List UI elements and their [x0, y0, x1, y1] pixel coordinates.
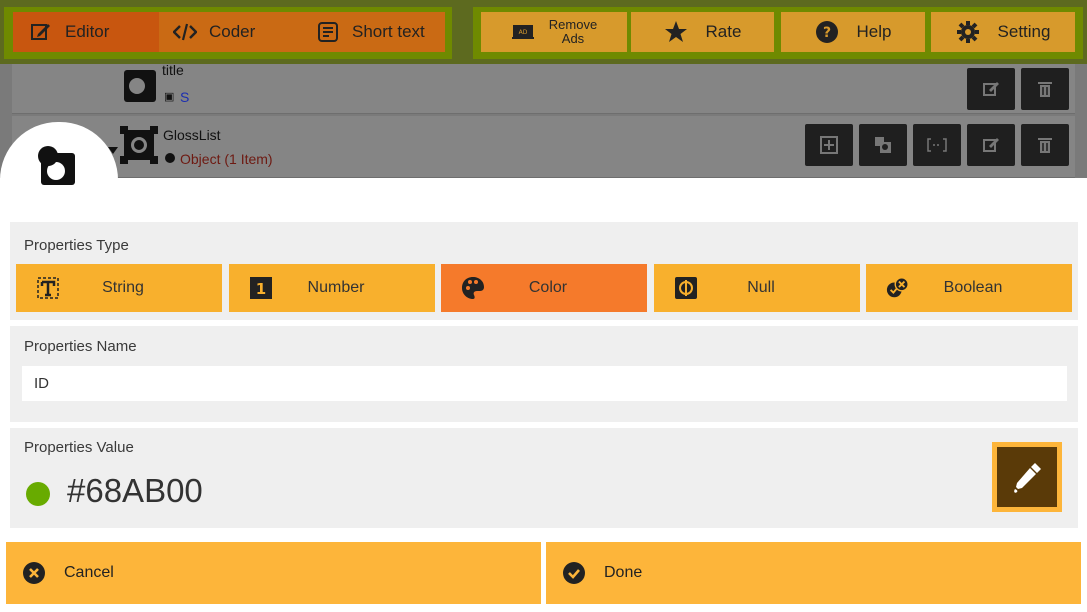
star-icon	[664, 20, 688, 44]
mode-tabs: Editor Coder Short text	[4, 7, 452, 59]
color-value-text[interactable]: #68AB00	[67, 472, 203, 510]
edit-icon	[983, 138, 999, 152]
svg-text:?: ?	[822, 25, 830, 41]
type-number-label: Number	[307, 279, 365, 296]
top-toolbar: Editor Coder Short text AD Remove Ads Ra…	[0, 0, 1087, 64]
type-boolean-button[interactable]: Boolean	[866, 264, 1072, 312]
copy-icon	[875, 137, 891, 153]
tab-editor-label: Editor	[65, 22, 110, 41]
help-label: Help	[856, 22, 892, 41]
node-icon	[124, 66, 156, 107]
edit-icon	[29, 20, 53, 44]
edit-property-dialog: Properties Type String 1 Number Color Nu…	[0, 122, 1087, 612]
properties-name-label: Properties Name	[24, 338, 137, 355]
tree-row[interactable]: GlossList Object (1 Item)	[12, 116, 1075, 178]
remove-ads-button[interactable]: AD Remove Ads	[481, 12, 627, 52]
add-child-button[interactable]	[805, 124, 853, 166]
properties-value-label: Properties Value	[24, 439, 134, 456]
tab-short-text[interactable]: Short text	[302, 12, 445, 52]
type-number-button[interactable]: 1 Number	[229, 264, 435, 312]
type-boolean-label: Boolean	[943, 279, 1003, 296]
tab-coder-label: Coder	[209, 22, 256, 41]
help-button[interactable]: ? Help	[781, 12, 925, 52]
eyedropper-icon	[1014, 463, 1041, 493]
type-null-label: Null	[747, 279, 775, 296]
gear-icon	[956, 20, 980, 44]
string-small-icon: ▣	[164, 91, 175, 103]
delete-button[interactable]	[1021, 68, 1069, 110]
edit-button[interactable]	[967, 124, 1015, 166]
color-swatch	[26, 482, 50, 506]
svg-text:AD: AD	[518, 29, 527, 36]
trash-icon	[1038, 82, 1052, 97]
type-null-button[interactable]: Null	[654, 264, 860, 312]
tab-short-text-label: Short text	[352, 22, 425, 41]
color-picker-button[interactable]	[992, 442, 1062, 512]
cancel-button[interactable]: Cancel	[6, 542, 541, 604]
dot-icon	[165, 153, 175, 163]
type-color-button[interactable]: Color	[441, 264, 647, 312]
done-label: Done	[604, 564, 643, 581]
copy-button[interactable]	[859, 124, 907, 166]
edit-button[interactable]	[967, 68, 1015, 110]
add-node-icon	[820, 136, 838, 154]
delete-button[interactable]	[1021, 124, 1069, 166]
check-circle-icon	[562, 561, 586, 585]
tree-node-type: Object (1 Item)	[180, 151, 273, 167]
value-type-icon	[37, 144, 77, 191]
done-button[interactable]: Done	[546, 542, 1081, 604]
tab-coder[interactable]: Coder	[159, 12, 302, 52]
tree-row[interactable]: title ▣ S	[12, 62, 1075, 114]
remove-ads-label: Remove Ads	[548, 17, 598, 46]
text-doc-icon	[316, 20, 340, 44]
rate-label: Rate	[705, 22, 742, 41]
ad-icon: AD	[511, 20, 535, 44]
rate-button[interactable]: Rate	[631, 12, 774, 52]
brackets-icon	[927, 138, 947, 152]
json-tree-background: title ▣ S GlossList Object (1 Item)	[0, 62, 1087, 178]
action-buttons: AD Remove Ads Rate ? Help Setting	[473, 7, 1083, 59]
tree-node-name: GlossList	[163, 127, 221, 143]
type-string-label: String	[102, 279, 144, 296]
code-icon	[173, 20, 197, 44]
object-node-icon	[120, 126, 158, 169]
properties-name-input[interactable]: ID	[22, 366, 1067, 401]
type-color-label: Color	[528, 279, 568, 296]
cancel-label: Cancel	[64, 564, 114, 581]
tree-node-value: S	[180, 89, 190, 105]
close-circle-icon	[22, 561, 46, 585]
trash-icon	[1038, 138, 1052, 153]
help-icon: ?	[815, 20, 839, 44]
setting-button[interactable]: Setting	[931, 12, 1075, 52]
tree-node-name: title	[162, 62, 184, 78]
edit-icon	[983, 82, 999, 96]
properties-type-label: Properties Type	[24, 237, 129, 254]
tab-editor[interactable]: Editor	[13, 12, 159, 52]
format-button[interactable]	[913, 124, 961, 166]
setting-label: Setting	[997, 22, 1051, 41]
type-string-button[interactable]: String	[16, 264, 222, 312]
